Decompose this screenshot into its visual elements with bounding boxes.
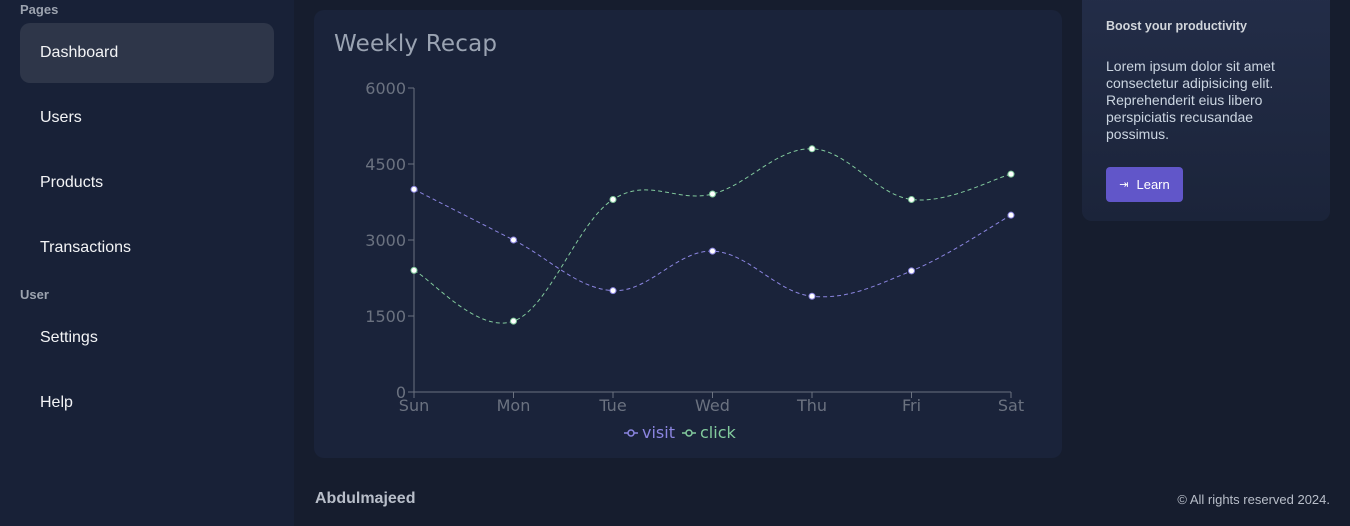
x-tick-label-sat: Sat (998, 396, 1024, 415)
weekly-recap-card: Weekly Recap 0 1500 3000 4500 6000 Sun Mon Tue W… (314, 10, 1062, 458)
legend-label-click: click (700, 423, 736, 442)
weekly-recap-chart: 01500300045006000Sun Mon Tue Wed Thu Fri Satvi… (365, 79, 1024, 442)
x-tick-label-sun: Sun (399, 396, 429, 415)
x-tick-label-mon: Mon (497, 396, 531, 415)
data-point-click-fri (908, 195, 915, 203)
x-tick-label-fri: Fri (902, 396, 921, 415)
sidebar-item-transactions[interactable]: Transactions (20, 218, 274, 278)
data-point-click-tue (609, 195, 617, 203)
data-point-visit-tue (609, 287, 617, 295)
y-tick-label-4500: 4500 (365, 155, 406, 174)
y-tick-label-6000: 6000 (365, 79, 406, 98)
section-label-pages: Pages (20, 2, 59, 17)
promo-text: Lorem ipsum dolor sit amet consectetur a… (1106, 58, 1275, 142)
x-tick-label-thu: Thu (796, 396, 827, 415)
promo-card: Boost your productivity Lorem ipsum dolo… (1082, 0, 1330, 221)
promo-title: Boost your productivity (1106, 19, 1247, 33)
data-point-visit-mon (510, 236, 517, 244)
login-arrow-icon: ⇥ (1119, 179, 1129, 191)
data-point-click-thu (808, 145, 816, 153)
series-line-click (413, 148, 1012, 324)
legend-swatch-dot-click (685, 429, 693, 437)
sidebar-item-help[interactable]: Help (20, 373, 274, 433)
y-tick-label-3000: 3000 (365, 231, 406, 250)
data-point-visit-sat (1007, 211, 1015, 219)
data-point-click-sun (410, 266, 418, 274)
y-tick-label-1500: 1500 (365, 307, 406, 326)
footer-copyright: © All rights reserved 2024. (1177, 492, 1330, 507)
data-point-click-wed (709, 190, 716, 198)
learn-button-label: Learn (1136, 177, 1170, 192)
sidebar-item-users[interactable]: Users (20, 88, 274, 148)
sidebar: Pages Dashboard Users Products Transacti… (0, 0, 294, 526)
section-label-user: User (20, 287, 49, 302)
data-point-click-mon (510, 317, 517, 325)
x-tick-label-wed: Wed (695, 396, 730, 415)
learn-button[interactable]: ⇥ Learn (1106, 167, 1183, 202)
legend-label-visit: visit (642, 423, 675, 442)
data-point-visit-sun (410, 185, 418, 193)
sidebar-item-settings[interactable]: Settings (20, 308, 274, 368)
x-tick-label-tue: Tue (598, 396, 626, 415)
data-point-visit-fri (908, 267, 915, 275)
data-point-visit-wed (709, 247, 716, 255)
footer-name: Abdulmajeed (315, 490, 416, 507)
data-point-visit-thu (808, 292, 816, 300)
data-point-click-sat (1007, 170, 1015, 178)
legend-swatch-dot-visit (627, 429, 635, 437)
sidebar-item-dashboard[interactable]: Dashboard (20, 23, 274, 83)
series-line-visit (413, 188, 1012, 298)
sidebar-item-products[interactable]: Products (20, 153, 274, 213)
